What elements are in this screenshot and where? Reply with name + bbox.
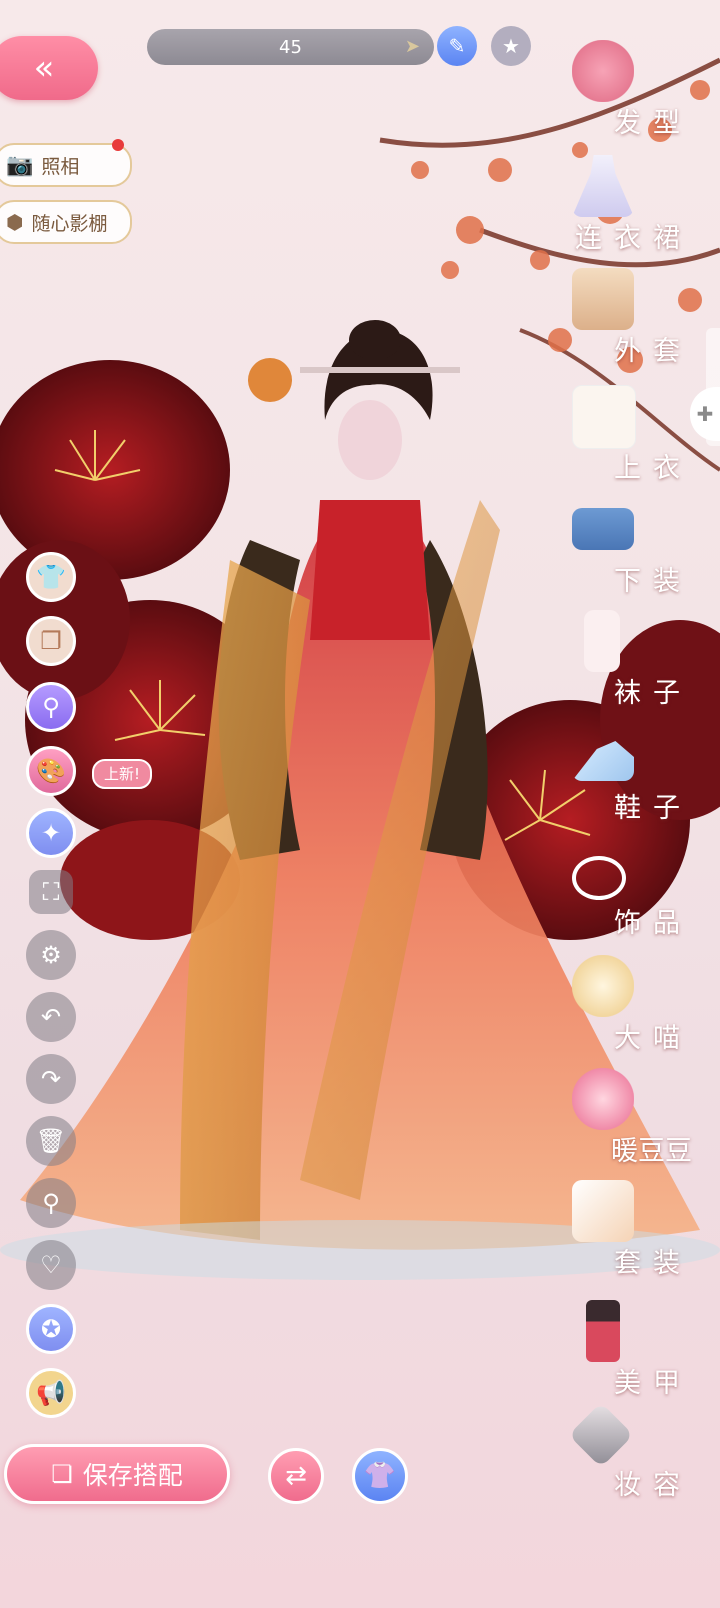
redo-icon: ↷: [40, 1065, 62, 1093]
star-rating-tool[interactable]: ✪: [26, 1304, 76, 1354]
expand-icon: ⛶: [42, 878, 60, 906]
save-label: 保存搭配: [82, 1461, 183, 1490]
favorite-button[interactable]: ★: [491, 26, 531, 66]
settings-tool[interactable]: ⚙: [26, 930, 76, 980]
outfit-scan-button[interactable]: 👚: [352, 1448, 408, 1504]
photo-button[interactable]: 📷 照相: [0, 139, 132, 187]
category-label: 上衣: [614, 453, 692, 484]
double-chevron-left-icon: «: [33, 48, 55, 88]
accessory-icon: [572, 856, 626, 900]
category-label: 鞋子: [614, 793, 692, 824]
layer-tool[interactable]: ❐: [26, 616, 76, 666]
fullscreen-tool[interactable]: ⛶: [29, 870, 73, 914]
layers-icon: ❐: [40, 627, 62, 655]
doll-icon: [572, 1068, 634, 1130]
outfit-icon: 👕: [36, 563, 66, 591]
redo-tool[interactable]: ↷: [26, 1054, 76, 1104]
trash-icon: 🗑: [35, 1127, 67, 1155]
category-coat[interactable]: 外套: [562, 268, 692, 374]
box-icon: ⬢: [6, 210, 24, 234]
camera-icon: 📷: [6, 152, 34, 178]
undo-tool[interactable]: ↶: [26, 992, 76, 1042]
star-badge-icon: ✪: [40, 1315, 62, 1343]
studio-button[interactable]: ⬢ 随心影棚: [0, 200, 132, 244]
category-label: 发型: [614, 108, 692, 139]
search-value: 45: [279, 36, 302, 58]
sparkle-star-icon: ✦: [40, 819, 62, 847]
send-arrow-icon[interactable]: ➤: [405, 36, 420, 57]
socks-icon: [584, 610, 620, 672]
category-shoes[interactable]: 鞋子: [562, 725, 692, 831]
palette-tool[interactable]: 🎨: [26, 746, 76, 796]
category-doll[interactable]: 暖豆豆: [562, 1068, 692, 1174]
announce-tool[interactable]: 📢: [26, 1368, 76, 1418]
save-outfit-button[interactable]: ❏ 保存搭配: [4, 1444, 230, 1504]
megaphone-icon: 📢: [36, 1379, 66, 1407]
category-makeup[interactable]: 妆容: [562, 1402, 692, 1508]
coat-icon: [572, 268, 634, 330]
notification-dot: [112, 139, 124, 151]
category-hair[interactable]: 发型: [562, 40, 692, 146]
category-set[interactable]: 套装: [562, 1180, 692, 1286]
game-scene: « 45 ➤ ✎ ★ 📷 照相 ⬢ 随心影棚 👕 ❐ ⚲ 🎨 上新! ✦ ⛶ ⚙…: [0, 0, 720, 1608]
undo-icon: ↶: [40, 1003, 62, 1031]
shirt-scan-icon: 👚: [363, 1461, 397, 1491]
heart-icon: ♡: [40, 1251, 62, 1279]
magnifier-person-icon: ⚲: [42, 693, 60, 721]
category-label: 美甲: [614, 1368, 692, 1399]
gear-icon: ⚙: [40, 941, 62, 969]
category-label: 袜子: [614, 678, 692, 709]
search-icon: ⚲: [42, 1189, 60, 1217]
delete-tool[interactable]: 🗑: [26, 1116, 76, 1166]
zoom-tool[interactable]: ⚲: [26, 1178, 76, 1228]
category-nails[interactable]: 美甲: [562, 1300, 692, 1406]
copy-icon: ❏: [51, 1460, 73, 1488]
category-label: 外套: [614, 336, 692, 367]
category-cat[interactable]: 大喵: [562, 955, 692, 1061]
star-icon: ★: [502, 34, 520, 58]
category-label: 套装: [614, 1248, 692, 1279]
hair-icon: [572, 40, 634, 102]
like-tool[interactable]: ♡: [26, 1240, 76, 1290]
category-label: 大喵: [614, 1023, 692, 1054]
bottom-icon: [572, 508, 634, 550]
category-dress[interactable]: 连衣裙: [562, 155, 692, 261]
top-icon: [572, 385, 636, 449]
transfer-icon: ⇄: [285, 1461, 307, 1491]
makeup-icon: [568, 1402, 634, 1468]
search-input[interactable]: 45 ➤: [147, 29, 434, 65]
new-badge: 上新!: [92, 759, 153, 789]
pencil-icon: ✎: [448, 34, 466, 58]
nail-polish-icon: [586, 1300, 620, 1362]
studio-label: 随心影棚: [31, 212, 108, 235]
category-label: 饰品: [614, 908, 692, 939]
share-button[interactable]: ⇄: [268, 1448, 324, 1504]
category-accessory[interactable]: 饰品: [562, 840, 692, 946]
cat-icon: [572, 955, 634, 1017]
category-label: 下装: [614, 566, 692, 597]
category-top[interactable]: 上衣: [562, 385, 692, 491]
photo-label: 照相: [41, 155, 80, 178]
puzzle-icon: ✚: [696, 402, 714, 426]
style-search-tool[interactable]: ⚲: [26, 682, 76, 732]
wardrobe-tool[interactable]: 👕: [26, 552, 76, 602]
back-button[interactable]: «: [0, 36, 98, 100]
set-icon: [572, 1180, 634, 1242]
shoes-icon: [572, 741, 634, 781]
palette-icon: 🎨: [36, 757, 66, 785]
category-label: 连衣裙: [575, 223, 692, 254]
category-bottom[interactable]: 下装: [562, 498, 692, 604]
edit-button[interactable]: ✎: [437, 26, 477, 66]
effects-tool[interactable]: ✦: [26, 808, 76, 858]
category-label: 暖豆豆: [611, 1136, 692, 1167]
category-socks[interactable]: 袜子: [562, 610, 692, 716]
dress-icon: [572, 155, 634, 217]
category-label: 妆容: [614, 1470, 692, 1501]
